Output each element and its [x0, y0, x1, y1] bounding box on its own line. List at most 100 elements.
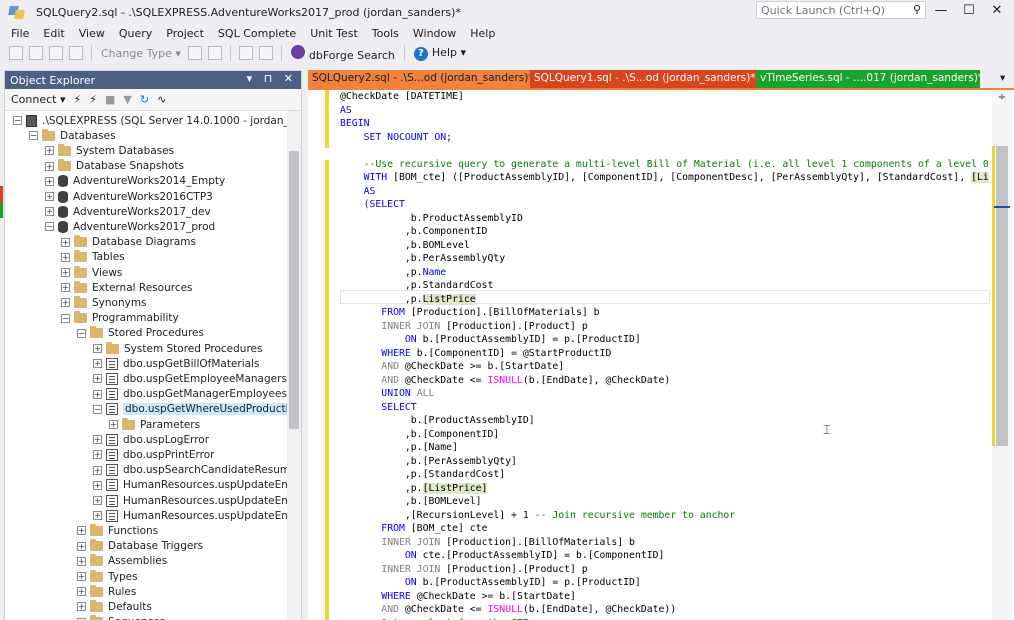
tree-node[interactable]: + System Stored Procedures — [93, 341, 262, 356]
tree-node[interactable]: − Databases — [29, 128, 116, 143]
tree-node[interactable]: + Types — [77, 569, 138, 584]
menu-view[interactable]: View — [72, 27, 112, 40]
tree-node[interactable]: − AdventureWorks2017_prod — [45, 219, 215, 234]
expand-icon[interactable]: + — [93, 511, 102, 521]
menu-sql-complete[interactable]: SQL Complete — [211, 27, 303, 40]
tree-node[interactable]: + dbo.uspLogError — [93, 432, 209, 447]
object-explorer-scrollbar[interactable] — [287, 111, 301, 620]
disconnect-icon[interactable]: ⚡ — [89, 93, 97, 106]
menu-tools[interactable]: Tools — [365, 27, 406, 40]
tree-node[interactable]: + Synonyms — [61, 295, 147, 310]
tree-node[interactable]: − dbo.uspGetWhereUsedProductID — [93, 402, 287, 417]
expand-icon[interactable]: + — [61, 268, 70, 277]
toolbar-columns-icon[interactable] — [258, 46, 273, 60]
expand-icon[interactable]: + — [61, 298, 70, 308]
split-editor-button[interactable]: ÷ — [995, 92, 1009, 104]
expand-icon[interactable]: + — [77, 541, 86, 551]
toolbar-layout-icon[interactable] — [69, 46, 83, 60]
quick-launch-input[interactable]: Quick Launch (Ctrl+Q) ⚲ — [756, 1, 926, 19]
menu-help[interactable]: Help — [463, 27, 502, 40]
tab-vtimeseries[interactable]: vTimeSeries.sql - ....017 (jordan_sander… — [756, 70, 980, 88]
tree-node[interactable]: + dbo.uspGetBillOfMaterials — [93, 356, 259, 371]
editor-scrollbar[interactable]: ÷ — [992, 90, 1012, 620]
expand-icon[interactable]: + — [77, 602, 86, 612]
expand-icon[interactable]: + — [45, 161, 54, 171]
menu-query[interactable]: Query — [112, 27, 159, 40]
expand-icon[interactable]: + — [45, 146, 54, 156]
tree-node[interactable]: + Parameters — [109, 417, 200, 432]
close-button[interactable]: ✕ — [982, 0, 1012, 22]
toolbar-sql-icon[interactable] — [49, 46, 63, 60]
expand-icon[interactable]: + — [93, 344, 102, 353]
expand-icon[interactable]: + — [77, 526, 86, 536]
refresh-icon[interactable]: ↻ — [140, 93, 149, 106]
collapse-icon[interactable]: − — [77, 328, 86, 338]
tab-sqlquery1[interactable]: SQLQuery1.sql - .\S...od (jordan_sanders… — [530, 70, 756, 88]
collapse-icon[interactable]: − — [45, 222, 54, 232]
expand-icon[interactable]: + — [45, 207, 54, 217]
expand-icon[interactable]: + — [93, 374, 102, 384]
tree-node[interactable]: + AdventureWorks2016CTP3 — [45, 189, 213, 204]
tree-node[interactable]: + dbo.uspGetManagerEmployees — [93, 387, 287, 402]
tree-node[interactable]: + Database Diagrams — [61, 235, 196, 250]
expand-icon[interactable]: + — [77, 556, 86, 566]
toolbar-grid-icon[interactable] — [9, 46, 23, 60]
collapse-icon[interactable]: − — [13, 116, 22, 125]
toolbar-align-icon[interactable] — [238, 46, 253, 60]
connect-icon[interactable]: ⚡ — [74, 93, 82, 106]
toolbar-text-icon[interactable] — [29, 46, 43, 60]
panel-controls[interactable]: ▾ ⊓ ✕ — [247, 72, 297, 85]
expand-icon[interactable]: + — [61, 252, 70, 262]
tree-node[interactable]: + Views — [61, 265, 122, 280]
tree-node[interactable]: + Assemblies — [77, 554, 167, 569]
tab-sqlquery2[interactable]: SQLQuery2.sql - .\S...od (jordan_sanders… — [308, 70, 530, 88]
expand-icon[interactable]: + — [93, 465, 102, 475]
minimize-button[interactable]: — — [926, 0, 956, 22]
change-type-button[interactable]: Change Type ▾ — [101, 47, 181, 60]
sql-editor[interactable]: @CheckDate [DATETIME] AS BEGIN SET NOCOUNT… — [308, 88, 1014, 620]
expand-icon[interactable]: + — [93, 496, 102, 505]
activity-icon[interactable]: ∿ — [157, 93, 166, 106]
expand-icon[interactable]: + — [61, 237, 70, 247]
expand-icon[interactable]: + — [109, 420, 118, 429]
tree-node[interactable]: + Defaults — [77, 599, 152, 614]
tree-node[interactable]: + dbo.uspGetEmployeeManagers — [93, 371, 287, 386]
expand-icon[interactable]: + — [93, 435, 102, 445]
tree-node[interactable]: + dbo.uspPrintError — [93, 447, 214, 462]
filter-icon[interactable]: ▼ — [123, 93, 131, 106]
scrollbar-thumb[interactable] — [289, 151, 299, 429]
menu-unit-test[interactable]: Unit Test — [303, 27, 365, 40]
tree-node[interactable]: + System Databases — [45, 143, 174, 158]
expand-icon[interactable]: + — [93, 389, 102, 399]
stop-icon[interactable]: ■ — [105, 93, 115, 106]
help-button[interactable]: ? Help ▾ — [413, 46, 466, 61]
toolbar-key-icon[interactable] — [187, 46, 202, 60]
tree-node[interactable]: + AdventureWorks2017_dev — [45, 204, 211, 219]
menu-file[interactable]: File — [4, 27, 36, 40]
expand-icon[interactable]: + — [93, 480, 102, 490]
tree-node[interactable]: − Stored Procedures — [77, 326, 204, 341]
expand-icon[interactable]: + — [77, 587, 86, 597]
collapse-icon[interactable]: − — [61, 313, 70, 323]
tree-node[interactable]: − .\SQLEXPRESS (SQL Server 14.0.1000 - jo… — [13, 113, 287, 128]
expand-icon[interactable]: + — [93, 359, 102, 369]
expand-icon[interactable]: + — [61, 283, 70, 293]
tree-node[interactable]: + HumanResources.uspUpdateEmploy — [93, 493, 287, 508]
expand-icon[interactable]: + — [77, 572, 86, 581]
connect-button[interactable]: Connect ▾ — [11, 93, 66, 106]
menu-edit[interactable]: Edit — [36, 27, 71, 40]
maximize-button[interactable]: ☐ — [954, 0, 984, 22]
expand-icon[interactable]: + — [45, 176, 54, 186]
tree-node[interactable]: + HumanResources.uspUpdateEmploy — [93, 478, 287, 493]
expand-icon[interactable]: + — [45, 192, 54, 201]
tab-overflow-button[interactable]: ▾ — [996, 70, 1010, 88]
toolbar-relation-icon[interactable] — [207, 46, 222, 60]
tree-node[interactable]: + HumanResources.uspUpdateEmploy — [93, 508, 287, 523]
dbforge-search-button[interactable]: dbForge Search — [290, 44, 395, 62]
collapse-icon[interactable]: − — [93, 404, 102, 414]
collapse-icon[interactable]: − — [29, 131, 38, 141]
tree-node[interactable]: +Sequences — [77, 615, 165, 620]
tree-node[interactable]: + Database Triggers — [77, 539, 203, 554]
tree-node[interactable]: + dbo.uspSearchCandidateResumes — [93, 463, 287, 478]
tree-node[interactable]: + AdventureWorks2014_Empty — [45, 174, 225, 189]
